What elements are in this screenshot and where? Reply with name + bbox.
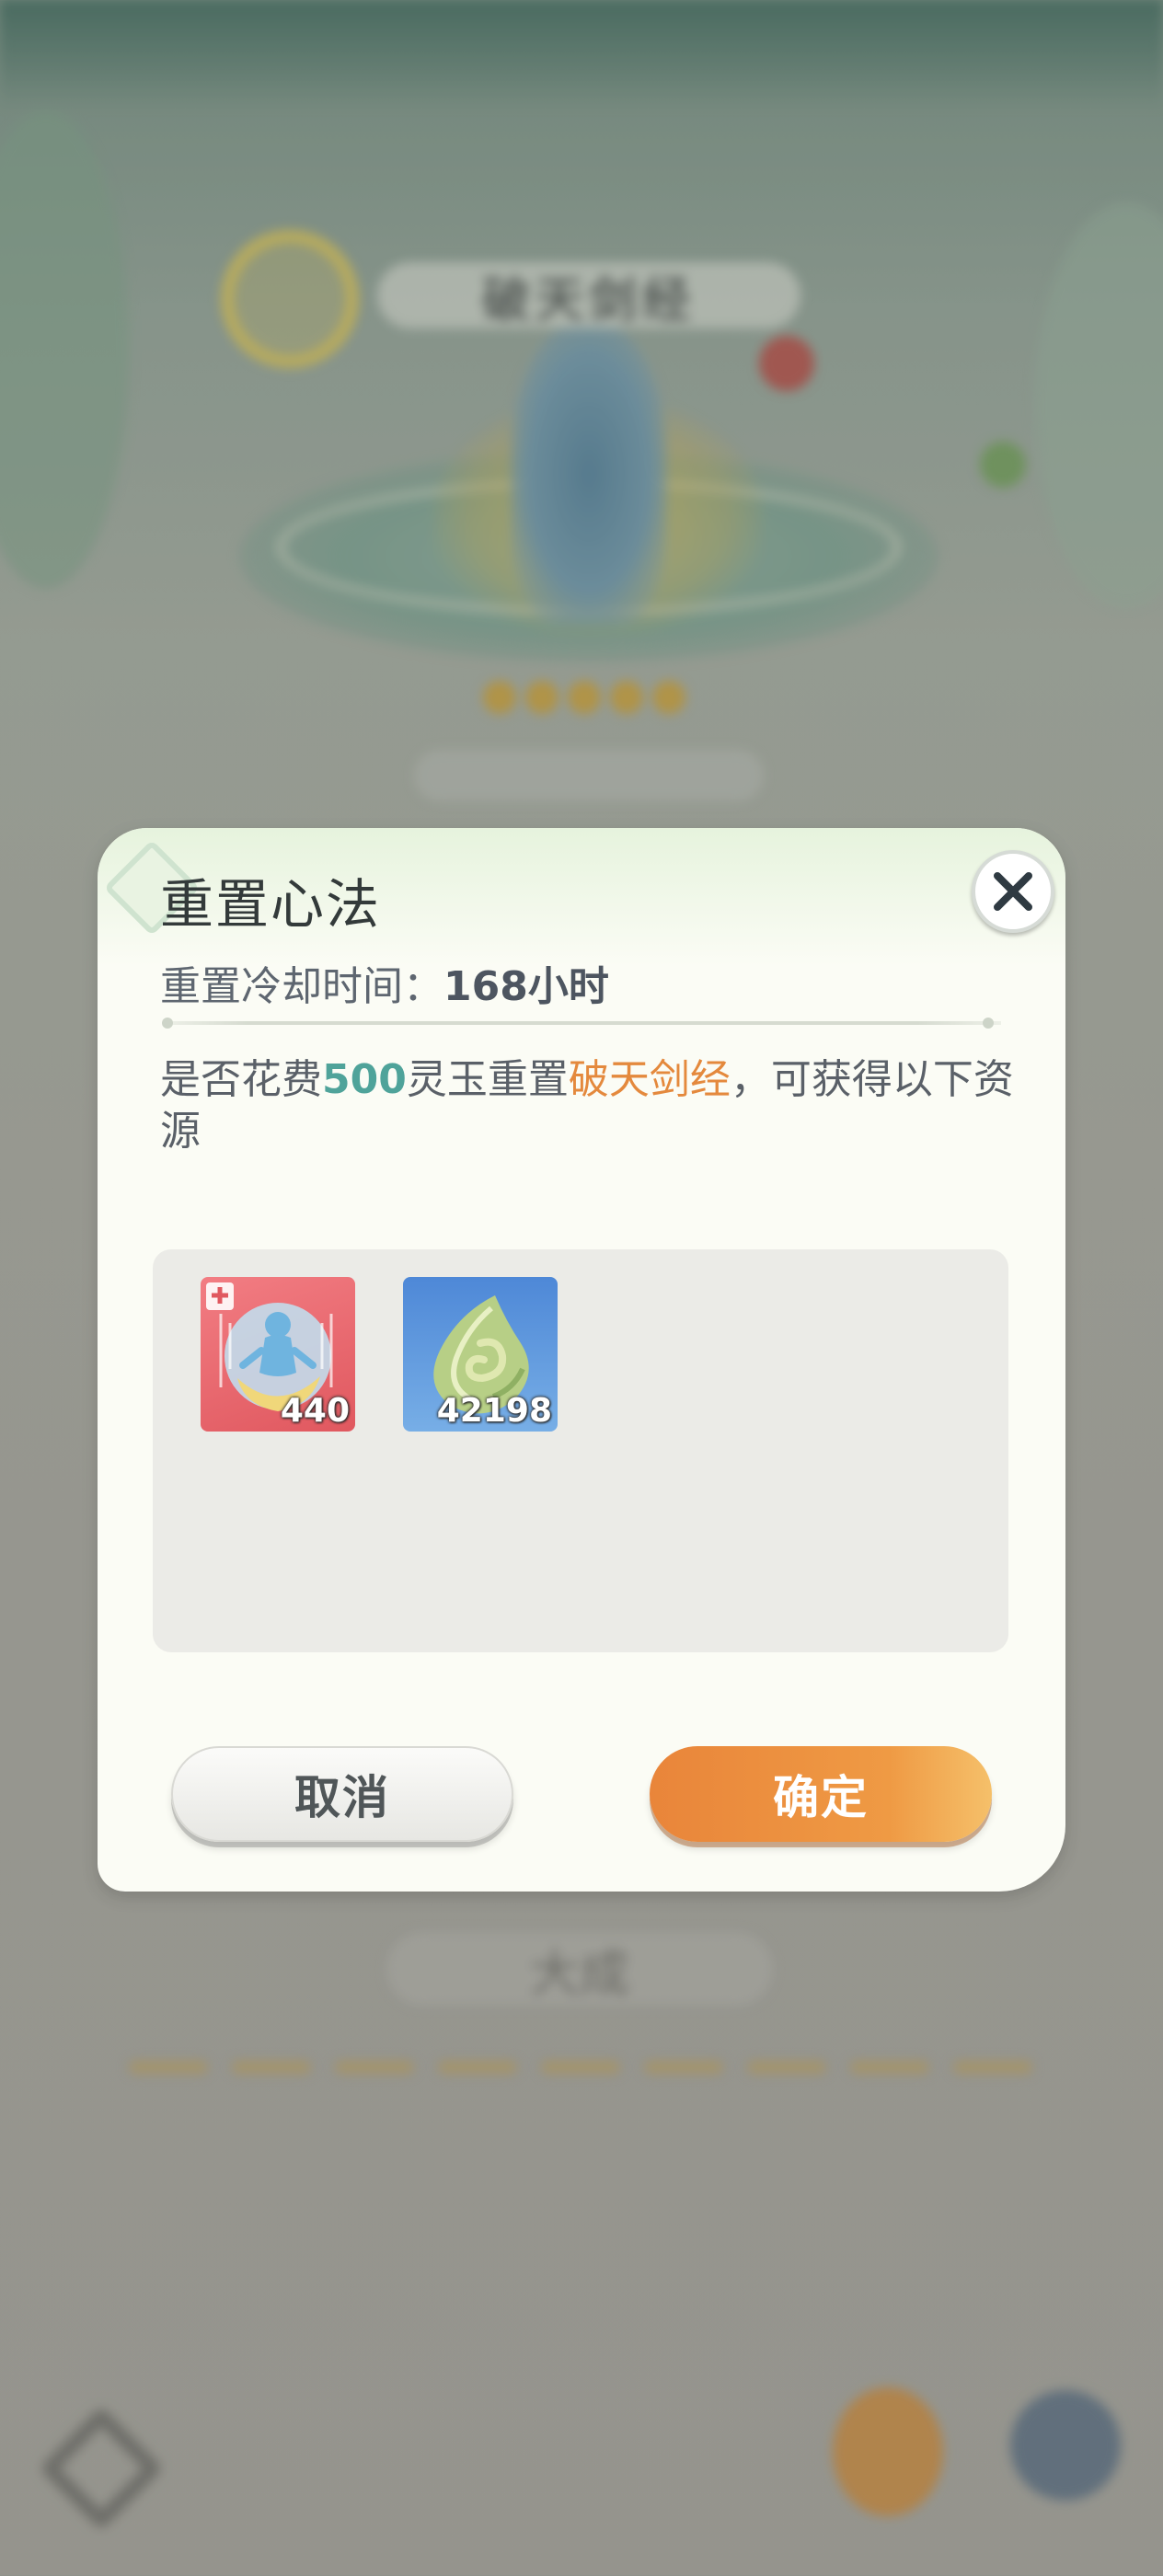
confirm-button[interactable]: 确定: [650, 1746, 992, 1842]
divider: [164, 1021, 1001, 1025]
item-count: 440: [280, 1392, 350, 1430]
reward-list: 440 42198: [153, 1249, 1008, 1652]
item-count: 42198: [436, 1392, 552, 1430]
dialog-title: 重置心法: [160, 873, 382, 936]
close-button[interactable]: [972, 850, 1054, 933]
cancel-button[interactable]: 取消: [171, 1746, 513, 1842]
cooldown-label: 重置冷却时间：: [160, 963, 443, 1010]
cooldown-value: 168小时: [443, 963, 609, 1010]
close-icon: [994, 872, 1032, 911]
skill-name: 破天剑经: [568, 1056, 731, 1103]
reward-item[interactable]: 440: [201, 1277, 355, 1432]
reward-item[interactable]: 42198: [403, 1277, 558, 1432]
reset-dialog: 重置心法 重置冷却时间：168小时 是否花费500灵玉重置破天剑经，可获得以下资…: [98, 828, 1065, 1892]
cooldown-text: 重置冷却时间：168小时: [160, 953, 609, 1012]
cost-amount: 500: [322, 1056, 407, 1103]
confirm-message: 是否花费500灵玉重置破天剑经，可获得以下资源: [160, 1056, 1014, 1155]
